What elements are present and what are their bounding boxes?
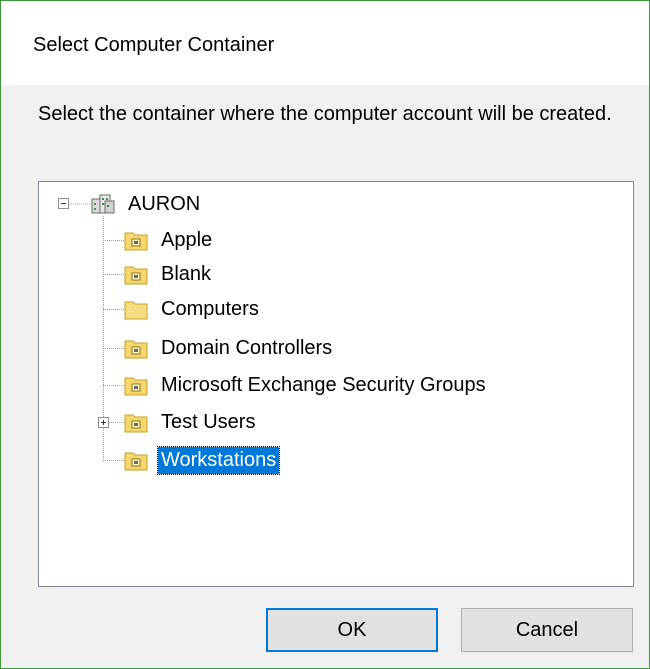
tree-item-label: Domain Controllers (161, 336, 333, 359)
tree-root-auron[interactable]: AURON (91, 190, 203, 218)
cancel-button[interactable]: Cancel (461, 608, 633, 652)
tree-item-label: Microsoft Exchange Security Groups (161, 373, 486, 396)
tree-item-label: Apple (161, 228, 213, 251)
ou-folder-icon (124, 232, 148, 251)
tree-item-workstations[interactable]: Workstations (124, 445, 281, 475)
tree-item-apple[interactable]: Apple (124, 226, 215, 254)
tree-item-label: Test Users (161, 410, 256, 433)
container-tree[interactable]: AURON Apple Blank Computers Domain Contr… (38, 181, 634, 587)
ou-folder-icon (124, 452, 148, 471)
tree-item-label-selected: Workstations (156, 445, 281, 475)
tree-item-test-users[interactable]: Test Users (124, 408, 258, 436)
ou-folder-icon (124, 377, 148, 396)
title-bar: Select Computer Container (1, 1, 649, 85)
tree-item-microsoft-exchange-security-groups[interactable]: Microsoft Exchange Security Groups (124, 371, 489, 399)
tree-item-blank[interactable]: Blank (124, 260, 214, 288)
select-computer-container-dialog: Select Computer Container Select the con… (0, 0, 650, 669)
collapse-root-toggle[interactable] (58, 198, 69, 209)
ou-folder-icon (124, 340, 148, 359)
ok-button[interactable]: OK (266, 608, 438, 652)
expand-test-users-toggle[interactable] (98, 417, 109, 428)
domain-icon (91, 194, 115, 214)
ou-folder-icon (124, 414, 148, 433)
tree-item-computers[interactable]: Computers (124, 295, 262, 323)
tree-item-label: Blank (161, 262, 212, 285)
tree-item-domain-controllers[interactable]: Domain Controllers (124, 334, 335, 362)
container-folder-icon (124, 301, 148, 320)
tree-root-label: AURON (128, 192, 201, 215)
tree-item-label: Computers (161, 297, 259, 320)
ou-folder-icon (124, 266, 148, 285)
instruction-text: Select the container where the computer … (38, 103, 612, 125)
dialog-title: Select Computer Container (33, 34, 275, 56)
